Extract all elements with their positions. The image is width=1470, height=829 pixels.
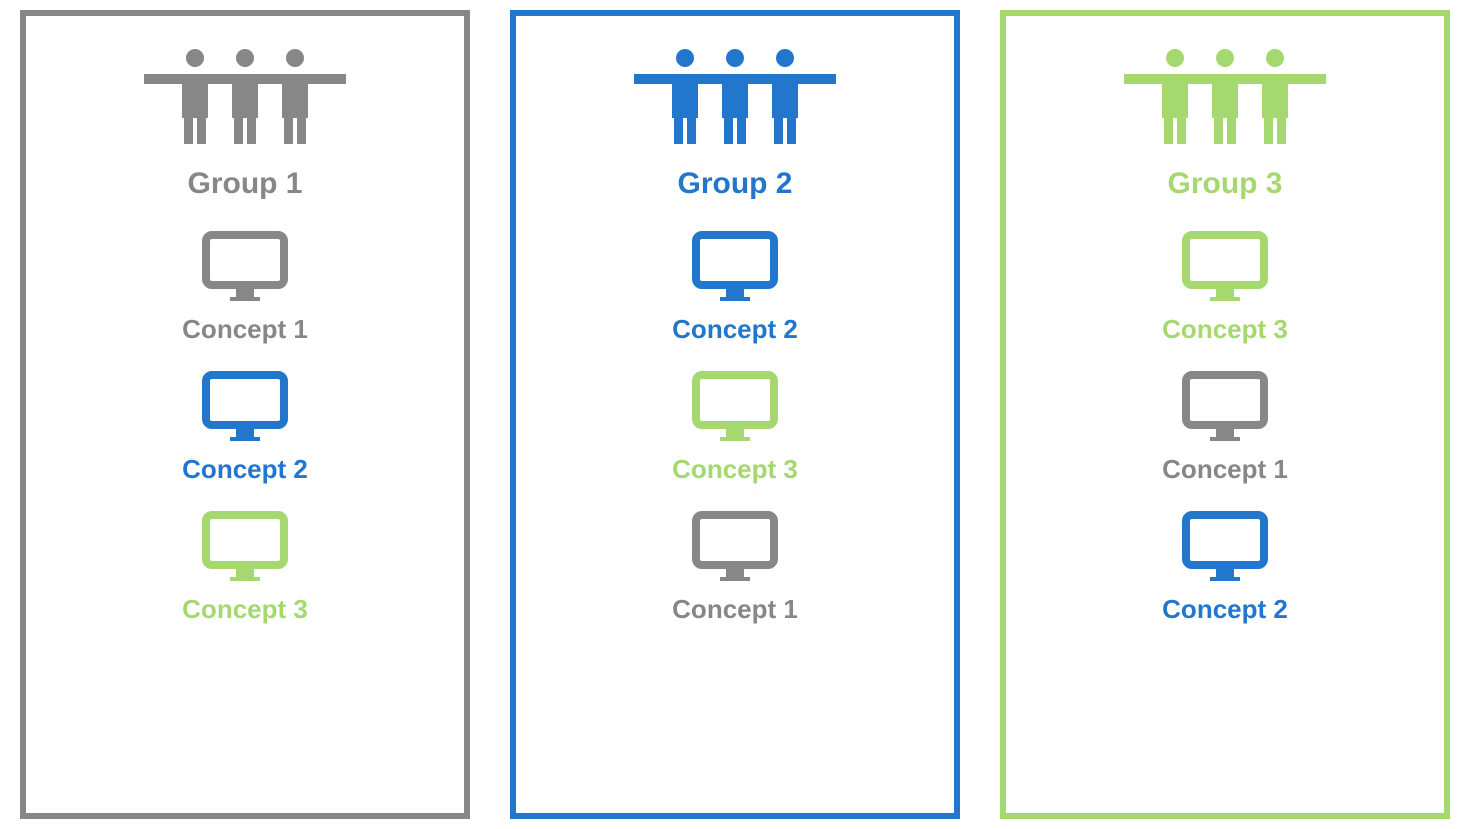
group-title: Group 1: [187, 167, 302, 201]
panel-group-2: Group 2 Concept 2 Concept 3 Concept 1: [510, 10, 960, 819]
monitor-icon: [690, 509, 780, 586]
group-title: Group 2: [677, 167, 792, 201]
panel-group-1: Group 1 Concept 1 Concept 2 Concept 3: [20, 10, 470, 819]
panel-group-3: Group 3 Concept 3 Concept 1 Concept 2: [1000, 10, 1450, 819]
monitor-icon: [690, 229, 780, 306]
concept-label: Concept 3: [672, 454, 798, 485]
diagram-container: Group 1 Concept 1 Concept 2 Concept 3: [20, 10, 1450, 819]
monitor-icon: [200, 509, 290, 586]
concept-label: Concept 3: [182, 594, 308, 625]
concept-label: Concept 1: [182, 314, 308, 345]
people-group-icon: [630, 46, 840, 151]
concept-item: Concept 3: [672, 369, 798, 485]
monitor-icon: [1180, 369, 1270, 446]
concept-label: Concept 1: [672, 594, 798, 625]
concept-item: Concept 3: [1162, 229, 1288, 345]
concept-item: Concept 3: [182, 509, 308, 625]
monitor-icon: [200, 369, 290, 446]
group-title: Group 3: [1167, 167, 1282, 201]
concept-label: Concept 2: [672, 314, 798, 345]
concept-item: Concept 1: [1162, 369, 1288, 485]
people-group-icon: [140, 46, 350, 151]
monitor-icon: [200, 229, 290, 306]
concept-label: Concept 3: [1162, 314, 1288, 345]
concept-item: Concept 2: [182, 369, 308, 485]
concept-item: Concept 2: [672, 229, 798, 345]
concept-label: Concept 1: [1162, 454, 1288, 485]
monitor-icon: [690, 369, 780, 446]
concept-label: Concept 2: [182, 454, 308, 485]
concept-item: Concept 1: [182, 229, 308, 345]
concept-item: Concept 1: [672, 509, 798, 625]
concept-label: Concept 2: [1162, 594, 1288, 625]
monitor-icon: [1180, 229, 1270, 306]
concept-item: Concept 2: [1162, 509, 1288, 625]
people-group-icon: [1120, 46, 1330, 151]
monitor-icon: [1180, 509, 1270, 586]
